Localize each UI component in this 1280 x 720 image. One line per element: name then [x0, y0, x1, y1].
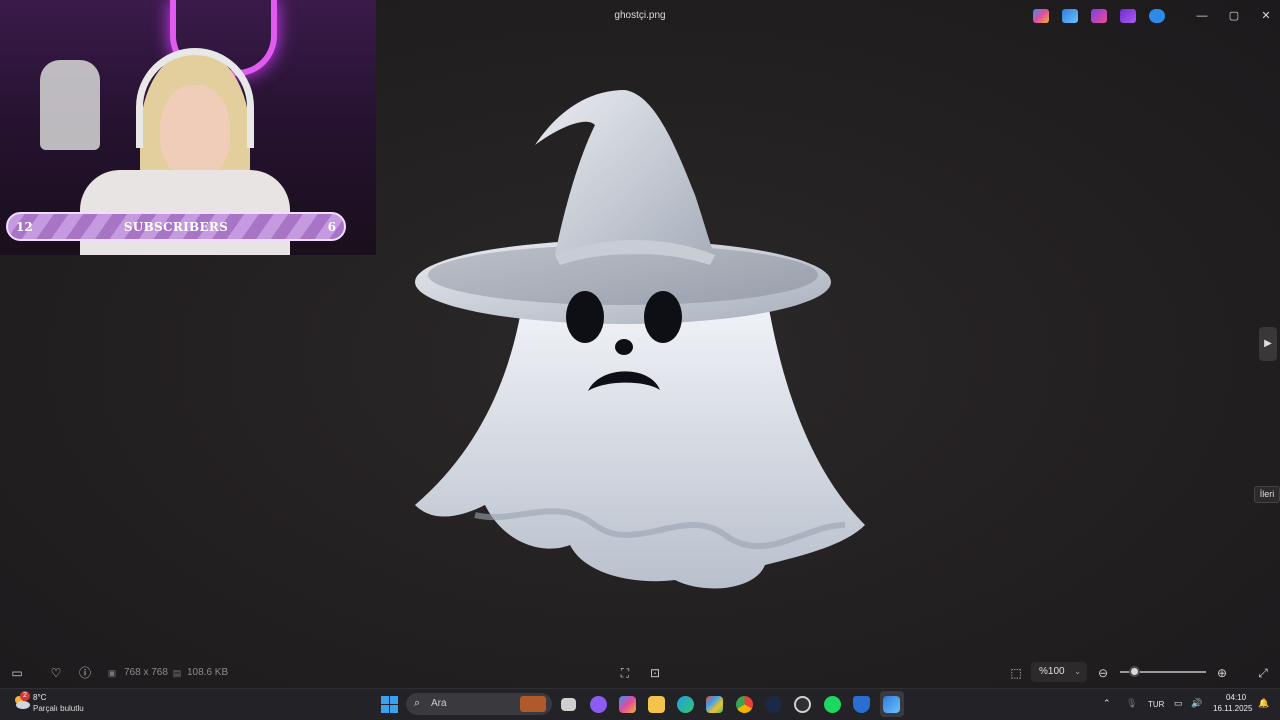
- file-explorer-icon[interactable]: [648, 696, 665, 713]
- discord-icon[interactable]: [590, 696, 607, 713]
- window-controls: — ▢ ✕: [1186, 6, 1280, 26]
- search-highlight-image: [520, 696, 546, 712]
- subscriber-label: SUBSCRIBERS: [123, 220, 229, 234]
- maximize-button[interactable]: ▢: [1218, 6, 1250, 26]
- crop-icon[interactable]: ⛶: [617, 665, 633, 681]
- spotify-icon[interactable]: [824, 696, 841, 713]
- file-view-icon[interactable]: [561, 698, 576, 711]
- zoom-select[interactable]: %100 ⌄: [1031, 662, 1087, 682]
- close-button[interactable]: ✕: [1250, 6, 1280, 26]
- copilot-icon[interactable]: [1033, 9, 1049, 23]
- microphone: [40, 60, 100, 150]
- video-editor-icon[interactable]: [1120, 9, 1136, 23]
- onedrive-icon[interactable]: [1149, 9, 1165, 23]
- photos-icon[interactable]: [1062, 9, 1078, 23]
- minimize-button[interactable]: —: [1186, 6, 1218, 26]
- subscriber-goal-bar: 12 SUBSCRIBERS 6: [6, 212, 346, 241]
- microphone-icon[interactable]: 🎙: [1126, 698, 1137, 709]
- taskbar: [0, 688, 1280, 720]
- weather-description[interactable]: Parçalı bulutlu: [33, 704, 84, 713]
- shield-icon[interactable]: [853, 696, 870, 713]
- store-icon[interactable]: [706, 696, 723, 713]
- ghost-image: [415, 90, 865, 589]
- fit-to-window-icon[interactable]: ⬚: [1008, 665, 1024, 681]
- title-bar: ghostçi.png — ▢ ✕: [0, 0, 1280, 32]
- edge-icon[interactable]: [677, 696, 694, 713]
- file-size: 108.6 KB: [187, 667, 229, 678]
- copilot-icon[interactable]: [619, 696, 636, 713]
- clock-time[interactable]: 04:10: [1226, 693, 1246, 702]
- zoom-in-icon[interactable]: ⊕: [1214, 665, 1230, 681]
- zoom-slider-thumb[interactable]: [1129, 666, 1140, 677]
- zoom-value: %100: [1039, 666, 1065, 677]
- next-tooltip: İleri: [1254, 486, 1280, 503]
- network-icon[interactable]: ▭: [1174, 698, 1183, 709]
- steam-icon[interactable]: [765, 696, 782, 713]
- search-icon: ⌕: [414, 697, 421, 709]
- image-dimensions: 768 x 768: [124, 667, 168, 678]
- search-placeholder: Ara: [431, 698, 447, 709]
- start-button[interactable]: [381, 696, 398, 713]
- webcam-overlay: 12 SUBSCRIBERS 6: [0, 0, 376, 255]
- zoom-out-icon[interactable]: ⊖: [1095, 665, 1111, 681]
- language-indicator[interactable]: TUR: [1148, 700, 1164, 709]
- weather-badge: 2: [20, 691, 30, 701]
- image-viewer-canvas: 12 SUBSCRIBERS 6 ▶ İleri: [0, 0, 1280, 688]
- dimensions-icon: ▣: [107, 668, 117, 678]
- scan-text-icon[interactable]: ⊡: [647, 665, 663, 681]
- volume-icon[interactable]: 🔊: [1191, 698, 1202, 709]
- fullscreen-icon[interactable]: ⤢: [1255, 665, 1271, 681]
- photos-icon[interactable]: [883, 696, 900, 713]
- chrome-icon[interactable]: [736, 696, 753, 713]
- title-bar-app-icons: [1033, 9, 1165, 23]
- favorite-heart-icon[interactable]: ♡: [48, 665, 64, 681]
- chevron-up-icon[interactable]: ⌃: [1103, 698, 1111, 709]
- window-title: ghostçi.png: [614, 10, 666, 21]
- next-image-button[interactable]: ▶: [1259, 327, 1277, 361]
- file-size-icon: ▤: [172, 668, 182, 678]
- weather-temperature[interactable]: 8°C: [33, 693, 46, 702]
- clock-date[interactable]: 16.11.2025: [1213, 704, 1252, 713]
- obs-icon[interactable]: [794, 696, 811, 713]
- filmstrip-toggle-icon[interactable]: ▭: [9, 665, 25, 681]
- info-icon[interactable]: ⓘ: [77, 665, 93, 681]
- notification-icon[interactable]: 🔔: [1258, 698, 1269, 709]
- chevron-down-icon: ⌄: [1074, 667, 1081, 676]
- taskbar-search[interactable]: ⌕ Ara: [406, 693, 552, 715]
- clipchamp-icon[interactable]: [1091, 9, 1107, 23]
